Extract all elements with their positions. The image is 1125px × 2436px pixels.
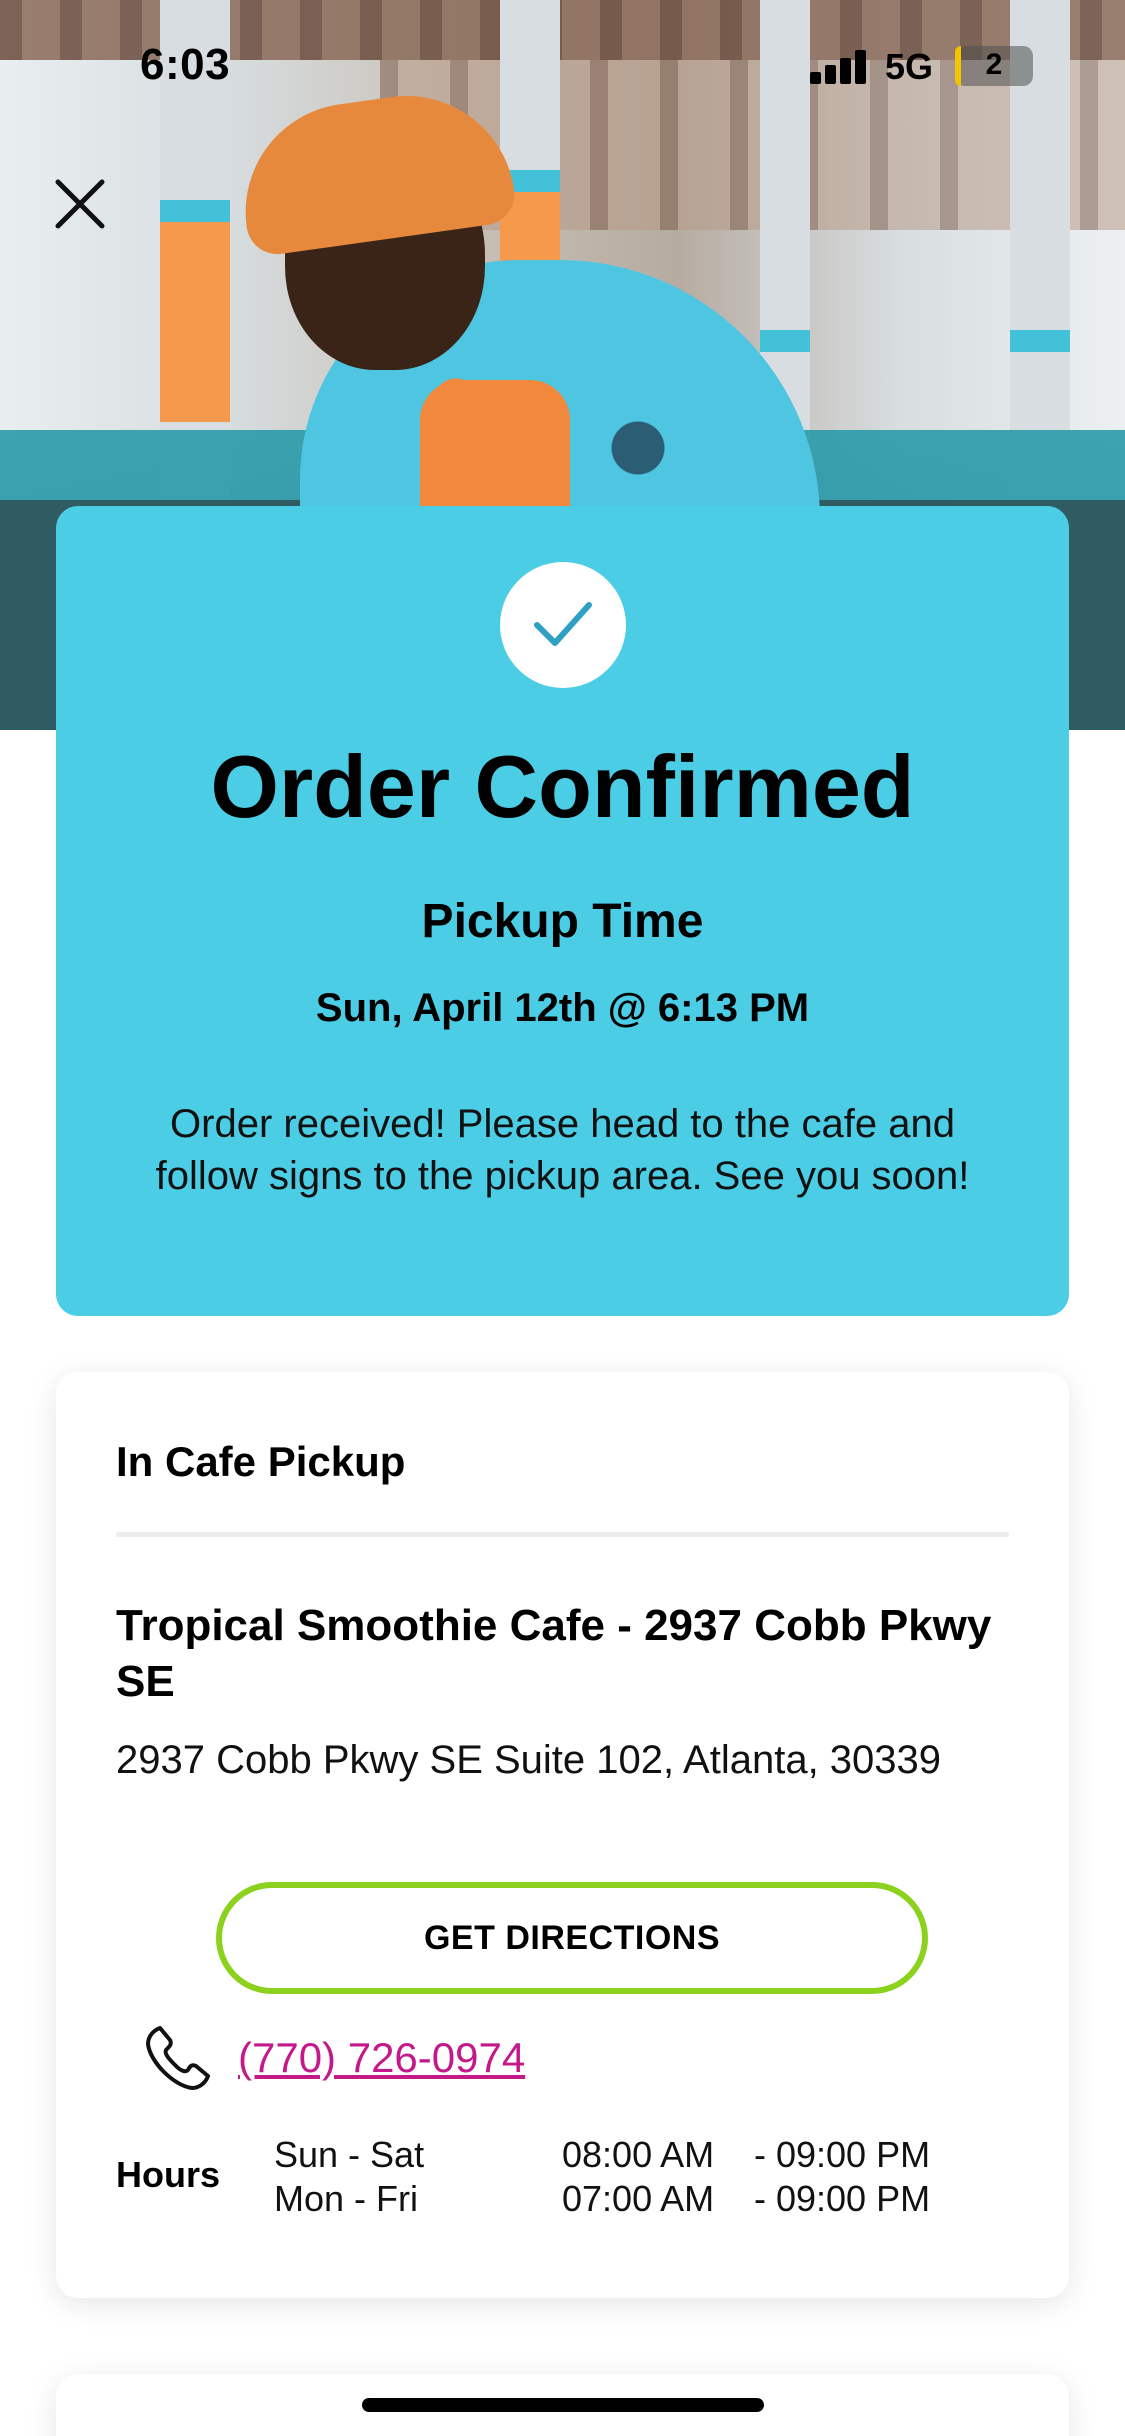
divider: [116, 1532, 1009, 1537]
phone-row: (770) 726-0974: [140, 2020, 525, 2096]
hours-days: Sun - Sat: [274, 2134, 425, 2175]
status-bar: 6:03 5G 2: [0, 0, 1125, 130]
hours-days: Mon - Fri: [274, 2178, 418, 2219]
phone-link[interactable]: (770) 726-0974: [238, 2034, 525, 2082]
store-address: 2937 Cobb Pkwy SE Suite 102, Atlanta, 30…: [116, 1738, 942, 1782]
battery-icon: 2: [955, 46, 1033, 86]
hours-close: - 09:00 PM: [754, 2178, 931, 2219]
phone-icon: [146, 2026, 210, 2090]
pickup-details-card: In Cafe Pickup Tropical Smoothie Cafe - …: [56, 1372, 1069, 2298]
pickup-time-value: Sun, April 12th @ 6:13 PM: [315, 986, 810, 1030]
battery-level: 2: [985, 48, 1003, 81]
hours-open: 07:00 AM: [562, 2178, 715, 2219]
pickup-section-title: In Cafe Pickup: [116, 1438, 406, 1485]
hours-close: - 09:00 PM: [754, 2134, 931, 2175]
hours-label: Hours: [116, 2154, 221, 2195]
home-indicator[interactable]: [362, 2398, 764, 2412]
signal-icon: [810, 50, 870, 84]
confirmation-message: Order received! Please head to the cafe …: [155, 1102, 970, 1198]
order-confirmation-screen: 6:03 5G 2 Order Confirmed Pickup Time Su…: [0, 0, 1125, 2436]
status-time: 6:03: [140, 40, 231, 89]
close-button[interactable]: [48, 172, 112, 236]
check-badge: [500, 562, 626, 688]
hours-open: 08:00 AM: [562, 2134, 715, 2175]
store-name: Tropical Smoothie Cafe - 2937 Cobb Pkwy …: [116, 1601, 992, 1706]
close-icon: [55, 179, 105, 229]
confirmation-title: Order Confirmed: [210, 737, 915, 836]
get-directions-button[interactable]: GET DIRECTIONS: [216, 1882, 928, 1994]
network-type: 5G: [885, 46, 934, 87]
confirmation-card: Order Confirmed Pickup Time Sun, April 1…: [56, 506, 1069, 1316]
checkmark-icon: [534, 602, 592, 646]
pickup-time-label: Pickup Time: [421, 895, 704, 948]
